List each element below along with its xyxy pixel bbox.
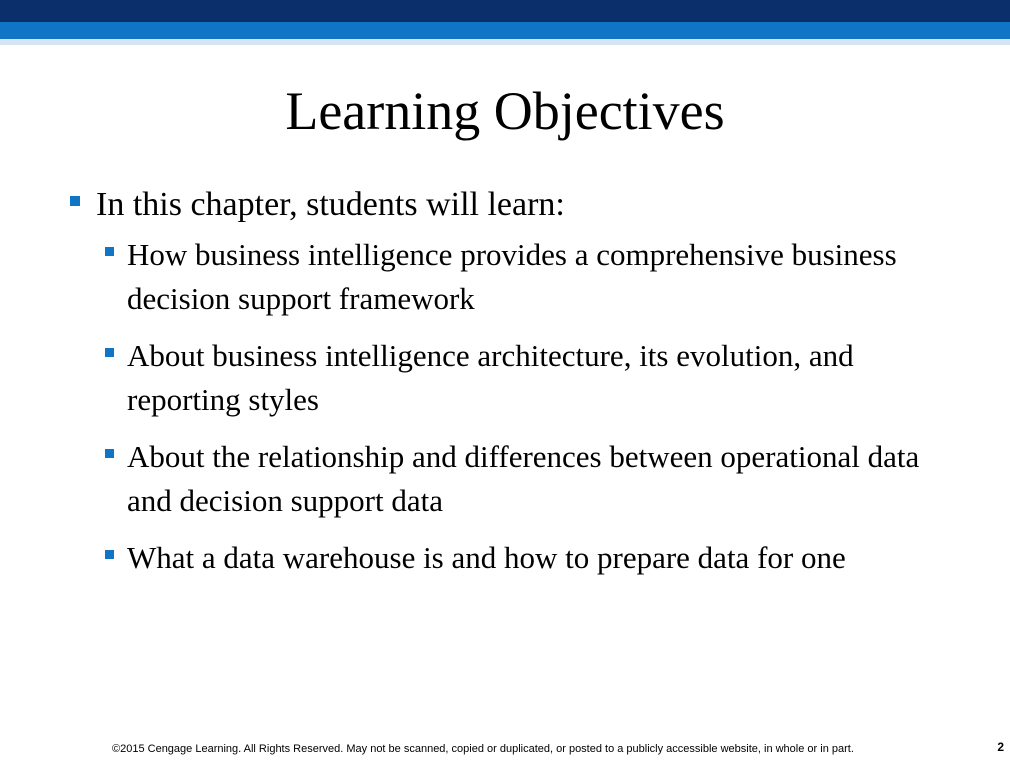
objective-item: What a data warehouse is and how to prep… — [101, 536, 950, 580]
square-bullet-icon — [105, 550, 114, 559]
intro-bullet: In this chapter, students will learn: — [70, 183, 950, 227]
objective-text: What a data warehouse is and how to prep… — [127, 540, 846, 575]
slide: Learning Objectives In this chapter, stu… — [0, 0, 1010, 760]
header-band-mid — [0, 22, 1010, 39]
square-bullet-icon — [105, 348, 114, 357]
objective-item: About business intelligence architecture… — [101, 334, 950, 422]
page-number: 2 — [997, 740, 1004, 754]
objective-item: How business intelligence provides a com… — [101, 233, 950, 321]
header-band-dark — [0, 0, 1010, 22]
objective-text: About business intelligence architecture… — [127, 338, 854, 417]
slide-content: In this chapter, students will learn: Ho… — [70, 183, 950, 593]
objective-text: How business intelligence provides a com… — [127, 237, 897, 316]
slide-title: Learning Objectives — [285, 81, 725, 141]
copyright-footer: ©2015 Cengage Learning. All Rights Reser… — [112, 743, 854, 755]
objective-text: About the relationship and differences b… — [127, 439, 920, 518]
objective-item: About the relationship and differences b… — [101, 435, 950, 523]
square-bullet-icon — [70, 196, 80, 206]
square-bullet-icon — [105, 247, 114, 256]
intro-text: In this chapter, students will learn: — [96, 186, 565, 223]
square-bullet-icon — [105, 449, 114, 458]
header-band-light — [0, 39, 1010, 45]
